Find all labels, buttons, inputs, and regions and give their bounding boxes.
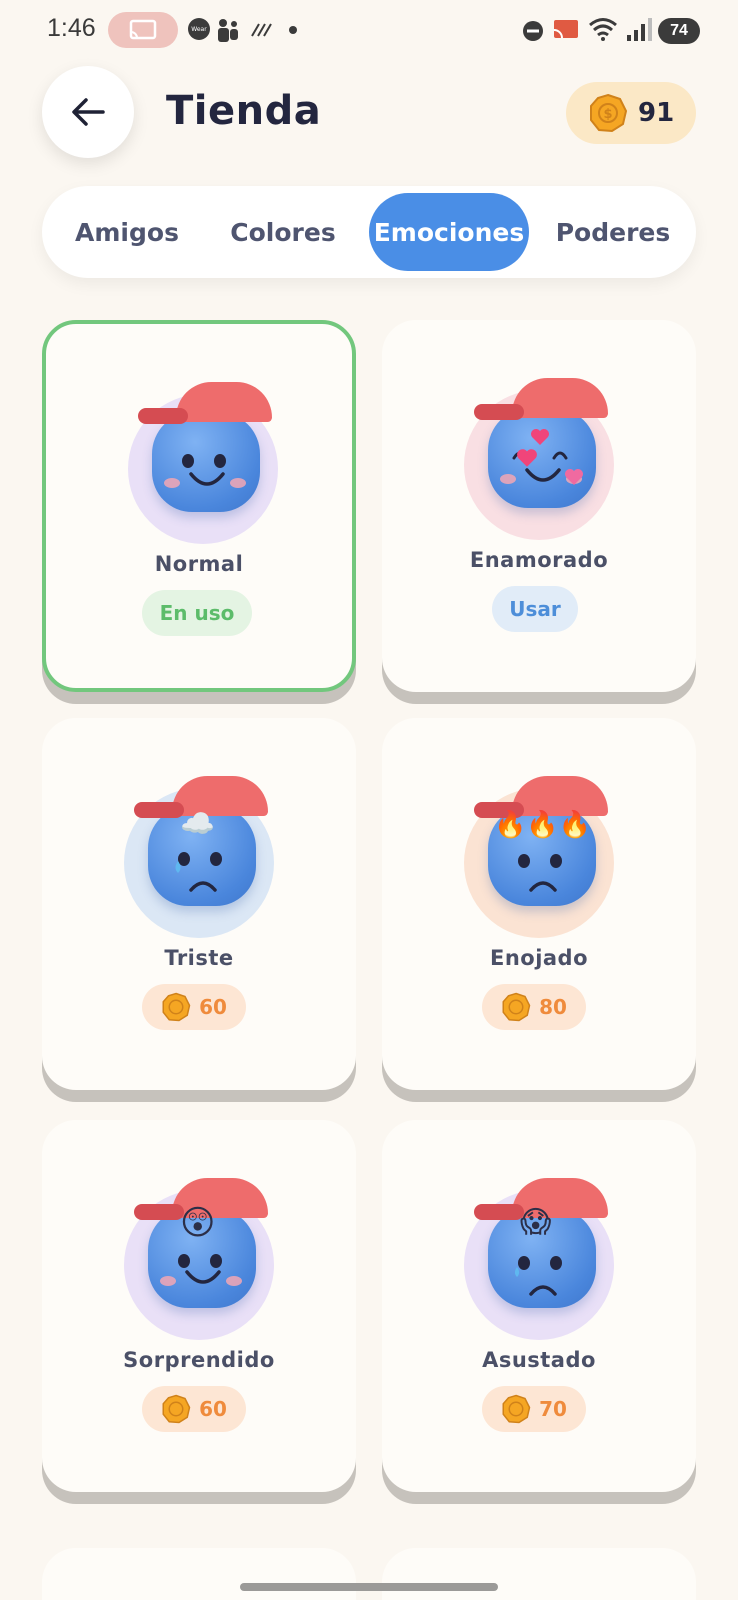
category-tabs: Amigos Colores Emociones Poderes xyxy=(42,186,696,278)
tab-colores[interactable]: Colores xyxy=(216,193,350,271)
tear-icon xyxy=(175,861,181,873)
item-card-triste[interactable]: ☁️ Triste 60 xyxy=(42,718,356,1090)
item-name: Enojado xyxy=(489,946,589,970)
item-name: Sorprendido xyxy=(123,1348,275,1372)
cast-indicator[interactable] xyxy=(108,12,178,48)
home-indicator[interactable] xyxy=(240,1583,498,1591)
item-name: Normal xyxy=(154,552,244,576)
page-title: Tienda xyxy=(166,88,322,134)
wear-label: Wear xyxy=(191,25,207,33)
eye-right xyxy=(210,852,222,866)
status-bar: 1:46 Wear 74 xyxy=(0,0,738,62)
sweat-drop-icon xyxy=(514,1267,520,1277)
heart-icon xyxy=(565,469,583,485)
eye-left xyxy=(178,1254,190,1268)
smile-mouth xyxy=(525,468,561,482)
teams-icon xyxy=(218,19,238,42)
buy-button[interactable]: 60 xyxy=(142,1386,246,1432)
blush-right xyxy=(230,478,246,488)
coin-icon xyxy=(502,992,531,1022)
frown-mouth xyxy=(529,881,557,892)
fire-icon: 🔥🔥🔥 xyxy=(494,810,592,840)
cap-brim xyxy=(474,404,524,420)
coin-icon xyxy=(162,992,191,1022)
price: 70 xyxy=(539,1397,567,1421)
battery-level: 74 xyxy=(670,22,688,39)
avatar-enamorado xyxy=(464,378,614,540)
coin-balance: $ 91 xyxy=(566,82,696,144)
item-card-normal[interactable]: Normal En uso xyxy=(42,320,356,692)
price: 60 xyxy=(199,995,227,1019)
buy-button[interactable]: 60 xyxy=(142,984,246,1030)
avatar-triste: ☁️ xyxy=(124,776,274,938)
tab-emociones[interactable]: Emociones xyxy=(369,193,529,271)
cap-icon xyxy=(512,378,608,418)
heart-icon xyxy=(531,429,549,445)
cloud-icon: ☁️ xyxy=(180,807,215,840)
avatar-asustado: 😱 xyxy=(464,1178,614,1340)
buy-button[interactable]: 70 xyxy=(482,1386,586,1432)
data-saver-icon xyxy=(251,23,272,37)
avatar-sorprendido: 😲 xyxy=(124,1178,274,1340)
scared-face-icon: 😱 xyxy=(520,1205,552,1240)
do-not-disturb-icon xyxy=(523,21,543,41)
coin-icon xyxy=(502,1394,531,1424)
back-button[interactable] xyxy=(42,66,134,158)
price: 60 xyxy=(199,1397,227,1421)
smile-mouth xyxy=(189,472,225,486)
item-card-asustado[interactable]: 😱 Asustado 70 xyxy=(382,1120,696,1492)
avatar-enojado: 🔥🔥🔥 xyxy=(464,776,614,938)
coin-icon xyxy=(162,1394,191,1424)
blush-right xyxy=(226,1276,242,1286)
smile-mouth xyxy=(185,1270,221,1284)
wear-icon: Wear xyxy=(188,18,210,40)
eye-right xyxy=(210,1254,222,1268)
item-card-enojado[interactable]: 🔥🔥🔥 Enojado 80 xyxy=(382,718,696,1090)
use-button[interactable]: Usar xyxy=(492,586,578,632)
eye-right xyxy=(550,854,562,868)
item-card-sorprendido[interactable]: 😲 Sorprendido 60 xyxy=(42,1120,356,1492)
item-card-partial[interactable] xyxy=(42,1548,356,1600)
item-name: Triste xyxy=(164,946,234,970)
notification-dot-icon xyxy=(289,26,297,34)
cast-active-icon xyxy=(553,20,578,39)
cap-icon xyxy=(176,382,272,422)
surprised-face-icon: 😲 xyxy=(180,1203,216,1243)
in-use-badge: En uso xyxy=(142,590,252,636)
eye-left xyxy=(182,454,194,468)
wifi-icon xyxy=(589,18,617,41)
frown-mouth xyxy=(529,1285,557,1296)
item-card-enamorado[interactable]: Enamorado Usar xyxy=(382,320,696,692)
frown-mouth xyxy=(189,881,217,892)
eye-left xyxy=(518,854,530,868)
battery-indicator: 74 xyxy=(658,18,700,44)
cap-brim xyxy=(134,802,184,818)
avatar-normal xyxy=(128,382,278,544)
arrow-left-icon xyxy=(72,98,105,126)
heart-icon xyxy=(517,449,537,467)
svg-text:$: $ xyxy=(603,107,612,122)
coin-icon: $ xyxy=(590,93,628,133)
item-name: Asustado xyxy=(482,1348,596,1372)
eye-right xyxy=(214,454,226,468)
signal-icon xyxy=(627,18,652,41)
blush-left xyxy=(160,1276,176,1286)
cap-brim xyxy=(134,1204,184,1220)
buy-button[interactable]: 80 xyxy=(482,984,586,1030)
avatar-body xyxy=(152,412,260,512)
price: 80 xyxy=(539,995,567,1019)
item-name: Enamorado xyxy=(469,548,609,572)
cast-icon xyxy=(129,19,157,40)
cap-brim xyxy=(474,1204,524,1220)
cap-brim xyxy=(138,408,188,424)
item-card-partial[interactable] xyxy=(382,1548,696,1600)
coin-count: 91 xyxy=(638,98,675,128)
blush-left xyxy=(164,478,180,488)
tab-amigos[interactable]: Amigos xyxy=(60,193,194,271)
eye-right xyxy=(550,1256,562,1270)
tab-poderes[interactable]: Poderes xyxy=(546,193,680,271)
blush-left xyxy=(500,474,516,484)
status-time: 1:46 xyxy=(47,14,96,42)
